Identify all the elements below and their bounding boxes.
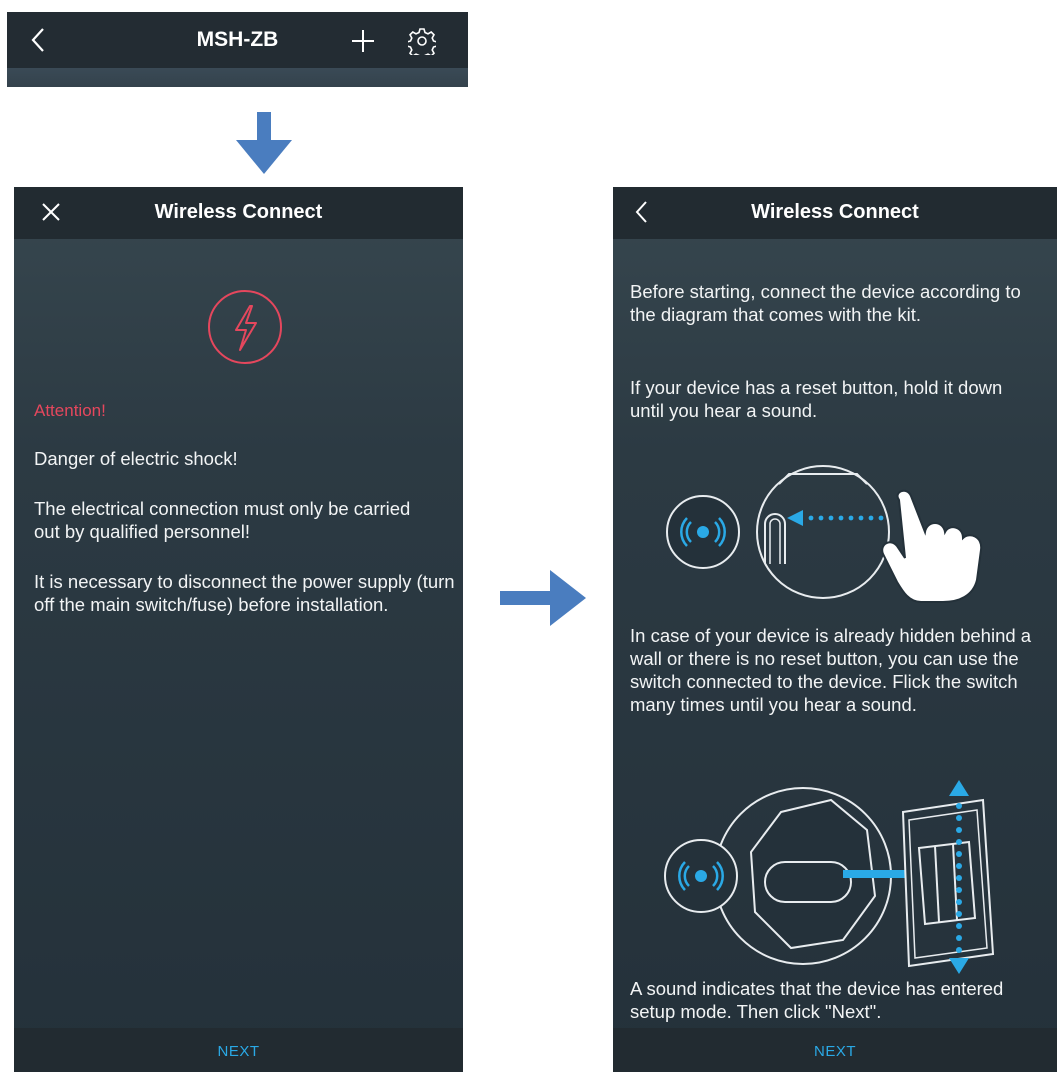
- wireless-connect-warning-screen: Wireless Connect Attention! Danger of el…: [14, 187, 463, 1072]
- nav-bar: Wireless Connect: [613, 187, 1057, 239]
- attention-label: Attention!: [34, 401, 106, 420]
- qualified-text: The electrical connection must only be c…: [34, 498, 411, 542]
- nav-bar: Wireless Connect: [14, 187, 463, 239]
- footer-bar: NEXT: [613, 1028, 1057, 1072]
- wireless-connect-instructions-screen: Wireless Connect Before starting, connec…: [613, 187, 1057, 1072]
- header-subbar: [7, 68, 468, 87]
- flow-arrow-right-icon: [500, 570, 586, 626]
- danger-text: Danger of electric shock!: [34, 448, 238, 469]
- nav-title: Wireless Connect: [154, 201, 323, 223]
- device-header-bar: MSH-ZB: [7, 12, 468, 87]
- flow-arrow-down-icon: [236, 112, 292, 174]
- disconnect-text: It is necessary to disconnect the power …: [34, 571, 455, 615]
- gear-icon[interactable]: [408, 27, 436, 55]
- setup-mode-instructions: A sound indicates that the device has en…: [630, 978, 1004, 1022]
- device-title: MSH-ZB: [196, 28, 279, 51]
- nav-title: Wireless Connect: [751, 201, 919, 223]
- reset-button-diagram: [666, 465, 983, 603]
- next-button[interactable]: NEXT: [14, 1043, 463, 1060]
- hidden-device-instructions: In case of your device is already hidden…: [630, 625, 1032, 715]
- plus-icon[interactable]: [350, 28, 376, 54]
- next-button[interactable]: NEXT: [613, 1043, 1057, 1060]
- lightning-icon: [208, 290, 282, 364]
- wall-switch-diagram: [664, 780, 995, 974]
- footer-bar: NEXT: [14, 1028, 463, 1072]
- connect-instructions: Before starting, connect the device acco…: [630, 281, 1021, 325]
- reset-instructions: If your device has a reset button, hold …: [630, 377, 1003, 421]
